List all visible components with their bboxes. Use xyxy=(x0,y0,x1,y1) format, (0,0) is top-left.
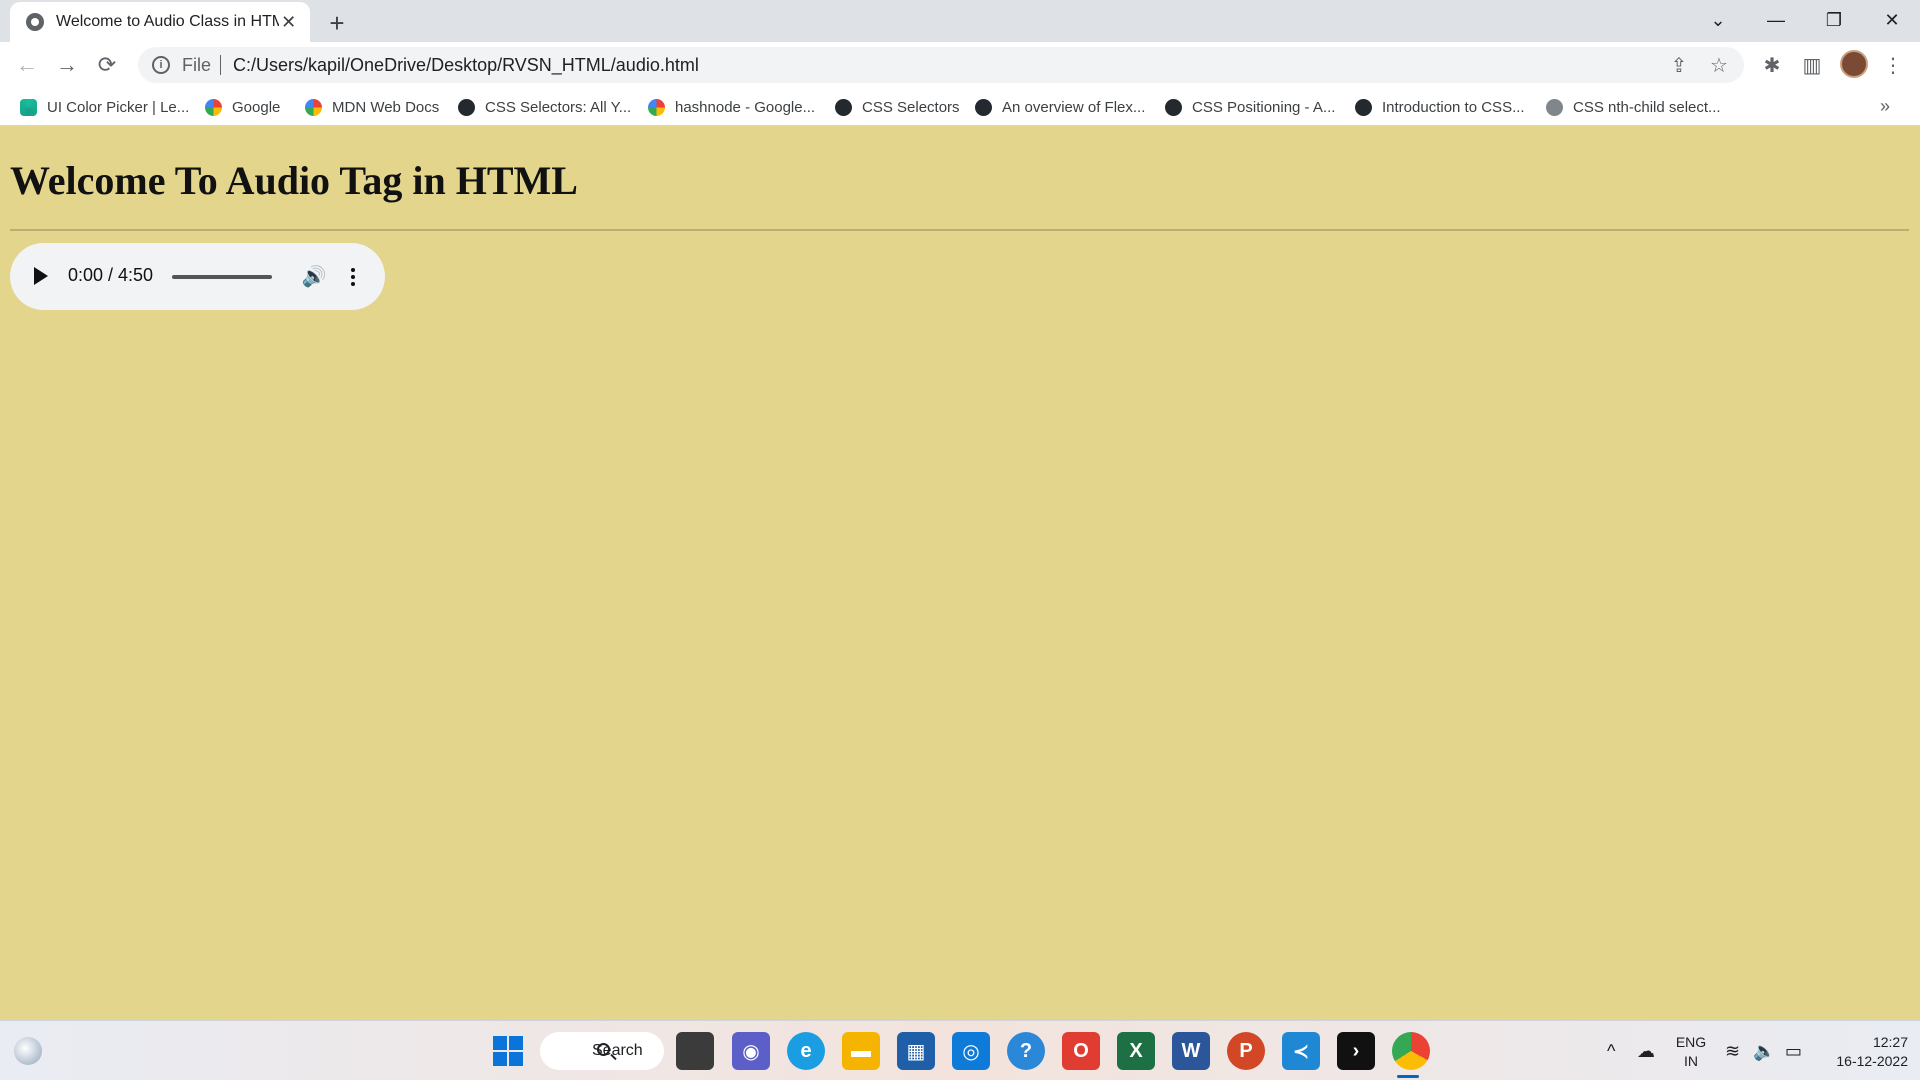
task-view-icon[interactable] xyxy=(676,1032,714,1070)
more-bookmarks-chevron-icon[interactable]: » xyxy=(1880,96,1890,117)
vscode-icon[interactable]: ≺ xyxy=(1282,1032,1320,1070)
clock-date: 16-12-2022 xyxy=(1836,1053,1908,1069)
file-explorer-icon[interactable]: ▬ xyxy=(842,1032,880,1070)
help-icon[interactable]: ? xyxy=(1007,1032,1045,1070)
excel-icon[interactable]: X xyxy=(1117,1032,1155,1070)
bookmark-label: UI Color Picker | Le... xyxy=(47,98,190,116)
more-options-icon[interactable] xyxy=(348,265,358,289)
forward-button[interactable]: → xyxy=(52,50,82,80)
profile-avatar[interactable] xyxy=(1840,50,1868,78)
bookmark-label: Introduction to CSS... xyxy=(1382,98,1525,116)
globe-icon xyxy=(26,13,44,31)
bookmark-item[interactable]: Google xyxy=(205,96,280,118)
minimize-button[interactable]: — xyxy=(1748,0,1804,40)
clock-time: 12:27 xyxy=(1872,1034,1908,1050)
url-text[interactable]: C:/Users/kapil/OneDrive/Desktop/RVSN_HTM… xyxy=(233,55,699,76)
google-icon xyxy=(205,98,222,116)
app-icon[interactable]: ◎ xyxy=(952,1032,990,1070)
volume-icon[interactable]: 🔊 xyxy=(302,264,327,288)
onedrive-cloud-icon[interactable]: ☁ xyxy=(1637,1041,1655,1062)
omnibox-divider xyxy=(220,55,222,75)
word-icon[interactable]: W xyxy=(1172,1032,1210,1070)
bookmark-label: CSS Selectors xyxy=(862,98,960,116)
language-code: ENG xyxy=(1675,1034,1707,1050)
google-icon xyxy=(305,98,322,116)
taskbar-search[interactable]: Search xyxy=(540,1032,664,1070)
bookmark-label: Google xyxy=(232,98,281,116)
office-icon[interactable]: O xyxy=(1062,1032,1100,1070)
bookmark-item[interactable]: MDN Web Docs xyxy=(305,96,439,118)
restore-button[interactable]: ❐ xyxy=(1806,0,1862,40)
back-button[interactable]: ← xyxy=(12,50,42,80)
scheme-label: File xyxy=(182,54,212,75)
start-icon[interactable] xyxy=(489,1032,527,1070)
tab-close-icon[interactable]: ✕ xyxy=(279,12,298,32)
store-icon[interactable]: ▦ xyxy=(897,1032,935,1070)
terminal-icon[interactable]: › xyxy=(1337,1032,1375,1070)
browser-toolbar: ← → ⟳ i File C:/Users/kapil/OneDrive/Des… xyxy=(0,42,1920,88)
reload-button[interactable]: ⟳ xyxy=(92,50,122,80)
wifi-icon[interactable]: ≋ xyxy=(1725,1041,1740,1062)
volume-icon[interactable]: 🔈 xyxy=(1753,1041,1775,1062)
github-icon xyxy=(1165,98,1182,116)
language-indicator[interactable]: ENG IN xyxy=(1673,1033,1709,1071)
bookmark-item[interactable]: CSS Selectors xyxy=(835,96,960,118)
teams-icon[interactable]: ◉ xyxy=(732,1032,770,1070)
play-icon[interactable] xyxy=(34,267,48,285)
page-content: Welcome To Audio Tag in HTML 0:00 / 4:50… xyxy=(0,127,1920,1020)
bookmark-item[interactable]: Introduction to CSS... xyxy=(1355,96,1525,118)
search-icon xyxy=(597,1043,610,1056)
extensions-icon[interactable]: ✱ xyxy=(1757,50,1787,80)
bookmark-item[interactable]: CSS Selectors: All Y... xyxy=(458,96,631,118)
color-picker-icon xyxy=(20,98,37,116)
browser-tab[interactable]: Welcome to Audio Class in HTML ✕ xyxy=(10,2,310,42)
address-bar[interactable]: i File C:/Users/kapil/OneDrive/Desktop/R… xyxy=(138,47,1744,83)
bookmark-label: CSS nth-child select... xyxy=(1573,98,1721,116)
github-icon xyxy=(975,98,992,116)
bookmark-item[interactable]: CSS nth-child select... xyxy=(1546,96,1721,118)
bookmarks-bar: UI Color Picker | Le... Google MDN Web D… xyxy=(0,88,1920,126)
battery-icon[interactable]: ▭ xyxy=(1785,1041,1802,1062)
page-heading: Welcome To Audio Tag in HTML xyxy=(10,158,578,203)
audio-time: 0:00 / 4:50 xyxy=(68,265,154,285)
edge-icon[interactable]: e xyxy=(787,1032,825,1070)
bookmark-item[interactable]: CSS Positioning - A... xyxy=(1165,96,1335,118)
system-clock[interactable]: 12:27 16-12-2022 xyxy=(1820,1033,1908,1071)
tab-search-button[interactable]: ⌄ xyxy=(1690,0,1746,40)
browser-menu-icon[interactable]: ⋮ xyxy=(1878,50,1908,80)
bookmark-label: hashnode - Google... xyxy=(675,98,816,116)
bookmark-item[interactable]: hashnode - Google... xyxy=(648,96,815,118)
region-code: IN xyxy=(1684,1053,1698,1069)
google-icon xyxy=(648,98,665,116)
show-hidden-icons-chevron-icon[interactable]: ^ xyxy=(1607,1041,1615,1062)
github-icon xyxy=(1355,98,1372,116)
powerpoint-icon[interactable]: P xyxy=(1227,1032,1265,1070)
audio-player[interactable]: 0:00 / 4:50 🔊 xyxy=(10,243,385,310)
bookmark-label: MDN Web Docs xyxy=(332,98,440,116)
active-app-indicator xyxy=(1397,1075,1419,1078)
bookmark-label: CSS Positioning - A... xyxy=(1192,98,1336,116)
side-panel-icon[interactable]: ▥ xyxy=(1797,50,1827,80)
site-info-icon[interactable]: i xyxy=(152,56,170,74)
weather-icon[interactable] xyxy=(14,1037,42,1065)
bookmark-star-icon[interactable]: ☆ xyxy=(1704,50,1734,80)
bookmark-label: An overview of Flex... xyxy=(1002,98,1146,116)
chrome-icon[interactable] xyxy=(1392,1032,1430,1070)
close-window-button[interactable]: ✕ xyxy=(1864,0,1920,40)
globe-icon xyxy=(1546,98,1563,116)
tab-title: Welcome to Audio Class in HTML xyxy=(56,13,280,30)
bookmark-label: CSS Selectors: All Y... xyxy=(485,98,632,116)
bookmark-item[interactable]: UI Color Picker | Le... xyxy=(20,96,189,118)
github-icon xyxy=(835,98,852,116)
windows-taskbar: Search ◉ e ▬ ▦ ◎ ? O X W P ≺ › ^ ☁ ENG I… xyxy=(0,1020,1920,1080)
share-icon[interactable]: ⇪ xyxy=(1664,50,1694,80)
bookmark-item[interactable]: An overview of Flex... xyxy=(975,96,1145,118)
audio-progress-slider[interactable] xyxy=(172,275,272,279)
tab-strip: Welcome to Audio Class in HTML ✕ + ⌄ — ❐… xyxy=(0,0,1920,42)
new-tab-button[interactable]: + xyxy=(322,8,352,38)
github-icon xyxy=(458,98,475,116)
horizontal-rule xyxy=(10,229,1909,231)
